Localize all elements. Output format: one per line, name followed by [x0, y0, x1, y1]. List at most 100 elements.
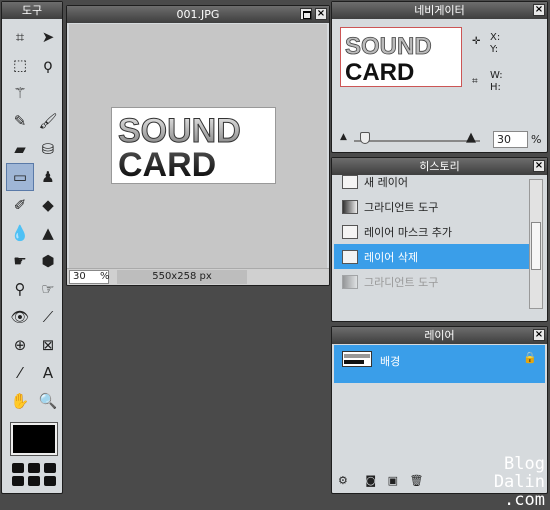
- layers-titlebar: 레이어 ×: [332, 327, 547, 344]
- pinch-icon[interactable]: ⊠: [34, 331, 62, 359]
- zoom-in-icon[interactable]: ▲: [466, 130, 476, 145]
- history-item[interactable]: 그라디언트 도구: [334, 194, 530, 219]
- canvas-zoom-input[interactable]: 30%: [69, 270, 110, 284]
- navigator-titlebar: 네비게이터 ×: [332, 2, 547, 19]
- watermark-line2: .com: [504, 490, 545, 510]
- h-label: H:: [490, 82, 501, 93]
- view-mode-icon[interactable]: [44, 463, 56, 473]
- history-panel: 히스토리 × 새 레이어 그라디언트 도구 레이어 마스크 추가 레이어 삭제 …: [331, 157, 548, 322]
- hand-icon[interactable]: ✋: [6, 387, 34, 415]
- zoom-icon[interactable]: 🔍: [34, 387, 62, 415]
- layers-title: 레이어: [424, 329, 455, 342]
- color-replace-icon[interactable]: ✐: [6, 191, 34, 219]
- history-list: 새 레이어 그라디언트 도구 레이어 마스크 추가 레이어 삭제 그라디언트 도…: [334, 174, 530, 294]
- crop-icon[interactable]: ⌗: [6, 23, 34, 51]
- delete-layer-icon[interactable]: 🗑: [409, 474, 423, 487]
- history-item-label: 그라디언트 도구: [364, 275, 439, 289]
- history-item-label: 그라디언트 도구: [364, 200, 439, 214]
- pencil-icon[interactable]: ✎: [6, 107, 34, 135]
- layer-thumbnail: [342, 351, 372, 367]
- history-item-selected[interactable]: 레이어 삭제: [334, 244, 530, 269]
- history-item-label: 새 레이어: [364, 175, 408, 189]
- canvas-status-bar: 30% 550x258 px: [67, 268, 329, 285]
- layer-options-icon[interactable]: ⚙: [338, 474, 348, 487]
- crosshair-icon: ✛: [472, 36, 481, 47]
- zoom-out-icon[interactable]: ▲: [340, 132, 347, 142]
- stamp-icon[interactable]: ♟: [34, 163, 62, 191]
- bloat-icon[interactable]: ⊕: [6, 331, 34, 359]
- image-window: 001.JPG × SOUND CARD 30% 550x258 px: [66, 5, 330, 286]
- nav-logo-bottom: CARD: [345, 59, 414, 86]
- layer-row[interactable]: 배경 🔒: [334, 345, 545, 383]
- delete-step-icon: [342, 249, 358, 264]
- gradient-icon[interactable]: ▭: [6, 163, 34, 191]
- gradient-step-icon: [342, 199, 358, 214]
- view-mode-icon[interactable]: [44, 476, 56, 486]
- resize-icon: ⌗: [472, 76, 478, 87]
- brush-icon[interactable]: 🖌: [34, 107, 62, 135]
- navigator-zoom-unit: %: [531, 133, 542, 146]
- nav-logo-top: SOUND: [345, 33, 432, 60]
- image-canvas[interactable]: SOUND CARD: [111, 107, 276, 184]
- canvas-zoom-value: 30: [73, 271, 86, 282]
- smudge-icon[interactable]: ☛: [6, 247, 34, 275]
- history-item[interactable]: 레이어 마스크 추가: [334, 219, 530, 244]
- mask-step-icon: [342, 224, 358, 239]
- history-item-disabled[interactable]: 그라디언트 도구: [334, 269, 530, 294]
- history-item-label: 레이어 마스크 추가: [364, 225, 452, 239]
- watermark-line1: Blog Dalin: [493, 454, 545, 492]
- lock-icon[interactable]: 🔒: [523, 351, 537, 364]
- move-icon[interactable]: ➤: [34, 23, 62, 51]
- close-icon[interactable]: ×: [533, 160, 545, 172]
- view-mode-icon[interactable]: [28, 463, 40, 473]
- navigator-thumbnail[interactable]: SOUND CARD: [340, 27, 462, 87]
- shape-icon[interactable]: ◆: [34, 191, 62, 219]
- navigator-title: 네비게이터: [414, 4, 465, 17]
- magic-wand-icon[interactable]: ⚚: [6, 79, 34, 107]
- red-eye-icon[interactable]: 👁: [6, 303, 34, 331]
- empty-tool-slot: [34, 79, 62, 107]
- navigator-panel: 네비게이터 × SOUND CARD ✛ X: Y: ⌗ W: H: ▲ ▲ 3…: [331, 1, 548, 153]
- layer-name: 배경: [380, 355, 401, 368]
- layers-footer: ⚙ ◙ ▣ 🗑: [338, 474, 423, 487]
- foreground-color-swatch[interactable]: [10, 422, 58, 456]
- zoom-slider-track[interactable]: [354, 140, 480, 142]
- canvas-area[interactable]: SOUND CARD: [69, 24, 327, 268]
- canvas-zoom-unit: %: [100, 271, 110, 282]
- x-label: X:: [490, 32, 501, 43]
- lasso-icon[interactable]: ϙ: [34, 51, 62, 79]
- close-icon[interactable]: ×: [315, 8, 327, 20]
- history-item[interactable]: 새 레이어: [334, 169, 530, 194]
- eraser-icon[interactable]: ▰: [6, 135, 34, 163]
- dodge-icon[interactable]: ☞: [34, 275, 62, 303]
- close-icon[interactable]: ×: [533, 329, 545, 341]
- history-scrollbar-thumb[interactable]: [531, 222, 541, 270]
- navigator-info: ✛ X: Y: ⌗ W: H:: [472, 32, 503, 94]
- close-icon[interactable]: ×: [533, 4, 545, 16]
- bucket-icon[interactable]: ⛁: [34, 135, 62, 163]
- layer-mask-icon[interactable]: ◙: [365, 474, 376, 487]
- tool-grid: ⌗ ➤ ⬚ ϙ ⚚ ✎ 🖌 ▰ ⛁ ▭ ♟ ✐ ◆ 💧 ▲ ☛ ⬢ ⚲ ☞ 👁 ⟋ ⊕ ⊠ ⁄ A ✋ 🔍: [2, 19, 62, 415]
- layer-thumb-logo: [344, 354, 370, 364]
- history-scrollbar[interactable]: [529, 179, 543, 309]
- view-mode-icon[interactable]: [12, 476, 24, 486]
- type-icon[interactable]: A: [34, 359, 62, 387]
- view-mode-icon[interactable]: [12, 463, 24, 473]
- sponge-icon[interactable]: ⬢: [34, 247, 62, 275]
- logo-bottom-text: CARD: [118, 146, 216, 183]
- gradient-step-icon: [342, 274, 358, 289]
- drop-icon[interactable]: 💧: [6, 219, 34, 247]
- sharpen-icon[interactable]: ▲: [34, 219, 62, 247]
- maximize-button[interactable]: [300, 8, 312, 20]
- new-layer-icon[interactable]: ▣: [388, 474, 398, 487]
- view-mode-icon[interactable]: [28, 476, 40, 486]
- navigator-zoom-input[interactable]: 30: [493, 131, 528, 148]
- y-label: Y:: [490, 44, 499, 55]
- image-window-titlebar[interactable]: 001.JPG ×: [67, 6, 329, 23]
- marquee-icon[interactable]: ⬚: [6, 51, 34, 79]
- burn-icon[interactable]: ⚲: [6, 275, 34, 303]
- zoom-slider-handle[interactable]: [360, 132, 370, 144]
- bandage-icon[interactable]: ⟋: [34, 303, 62, 331]
- eyedropper-icon[interactable]: ⁄: [6, 359, 34, 387]
- tools-title: 도구: [2, 2, 62, 19]
